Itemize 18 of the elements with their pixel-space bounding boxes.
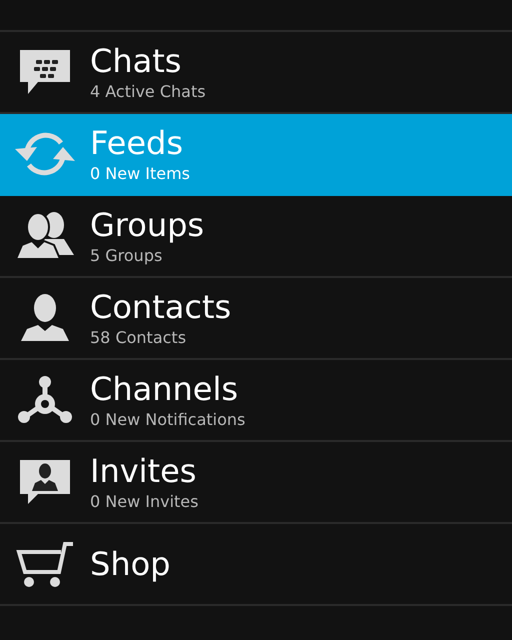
item-title: Chats xyxy=(90,42,182,80)
item-subtitle: 4 Active Chats xyxy=(90,82,206,102)
item-subtitle: 5 Groups xyxy=(90,246,164,266)
item-subtitle: 0 New Invites xyxy=(90,492,198,512)
chat-bubble-icon xyxy=(18,48,72,96)
item-title: Contacts xyxy=(90,288,232,326)
contact-bubble-icon xyxy=(18,458,72,506)
item-title: Groups xyxy=(90,206,204,244)
item-title: Channels xyxy=(90,370,240,408)
channels-icon xyxy=(17,375,73,425)
item-title: Shop xyxy=(90,545,170,583)
person-icon xyxy=(19,293,71,343)
item-title: Invites xyxy=(90,452,198,490)
item-subtitle: 58 Contacts xyxy=(90,328,188,348)
item-subtitle: 0 New Notifications xyxy=(90,410,246,430)
item-subtitle: 0 New Items xyxy=(90,164,190,184)
cart-icon xyxy=(15,540,75,588)
item-title: Feeds xyxy=(90,124,184,162)
